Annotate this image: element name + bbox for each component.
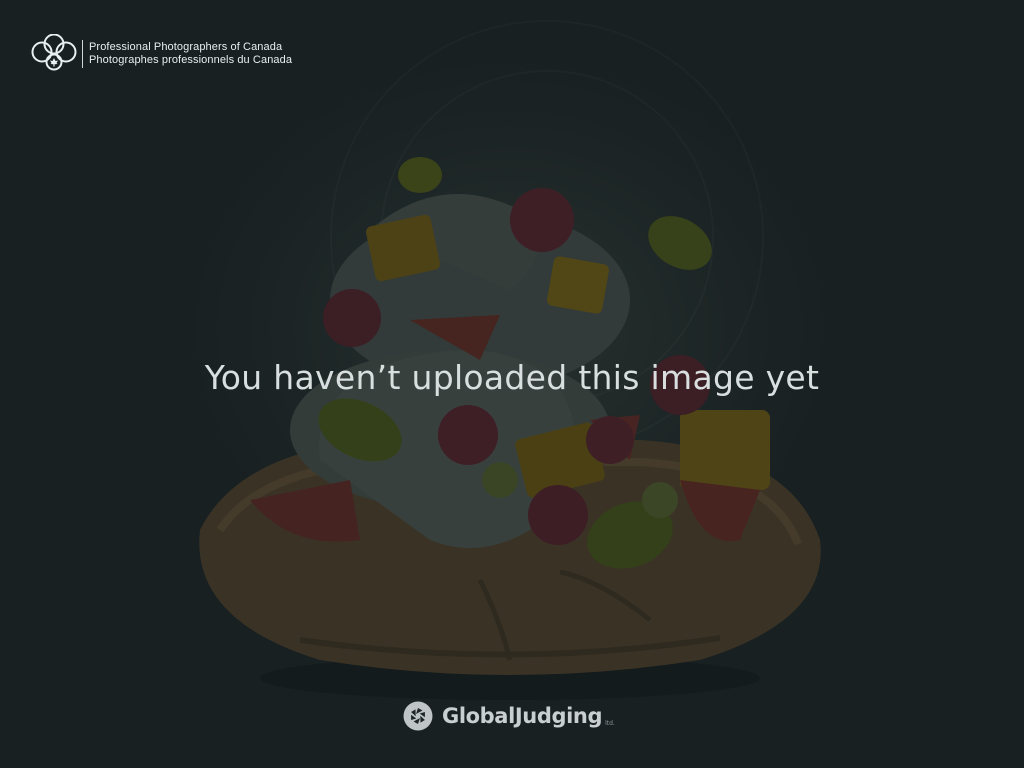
global-judging-brand: GlobalJudging ltd.	[402, 698, 615, 734]
ppoc-logo-icon	[31, 34, 77, 71]
aperture-icon	[403, 701, 433, 731]
not-uploaded-message: You haven’t uploaded this image yet	[204, 358, 820, 397]
logo-divider	[82, 40, 83, 68]
brand-trademark: ltd.	[605, 719, 615, 727]
ppoc-logo[interactable]: Professional Photographers of Canada Pho…	[30, 34, 292, 74]
logo-text: Professional Photographers of Canada Pho…	[89, 41, 292, 67]
org-name-french: Photographes professionnels du Canada	[89, 54, 293, 66]
org-name-english: Professional Photographers of Canada	[89, 41, 283, 53]
brand-name: GlobalJudging	[442, 704, 603, 728]
